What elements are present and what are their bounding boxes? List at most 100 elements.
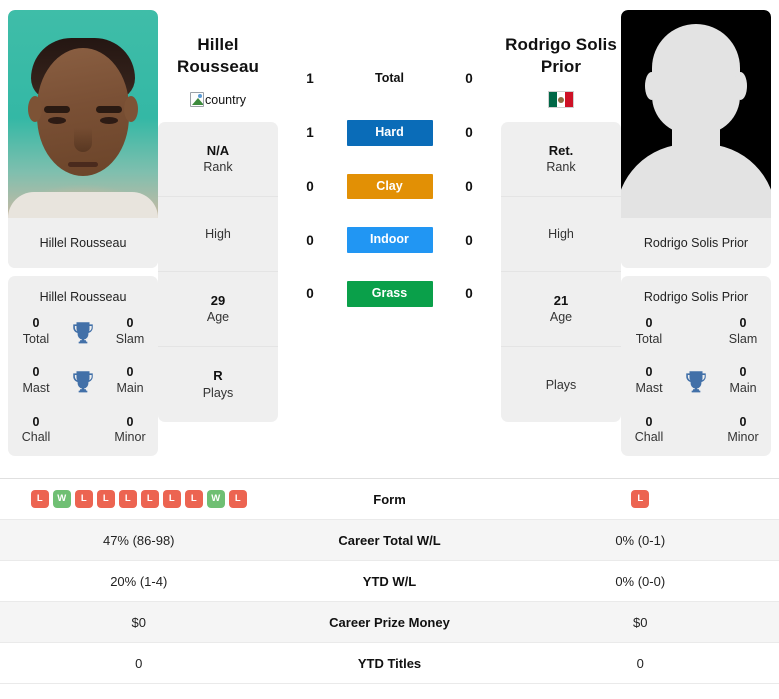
form-badge-l: L (74, 490, 93, 508)
name-line-2: Rousseau (176, 57, 260, 77)
right-score: 0 (465, 286, 473, 302)
left-info-high: High (158, 197, 278, 272)
left-value: $0 (131, 614, 146, 630)
right-value: 0 (636, 655, 644, 671)
left-player-photo-column: Hillel Rousseau Hillel Rousseau 0 Total … (8, 10, 158, 456)
right-player-info-card: Ret. Rank High 21 Age Plays (501, 122, 621, 422)
right-player-titles-card: Rodrigo Solis Prior 0 Total 0 Slam 0 Mas… (621, 276, 771, 456)
value: 0 (126, 414, 134, 429)
value: 29 (210, 292, 226, 308)
label: Age (206, 310, 230, 325)
row-label-career-total-wl: Career Total W/L (338, 532, 441, 548)
label: Plays (545, 377, 577, 392)
left-info-plays: R Plays (158, 347, 278, 422)
h2h-row-clay: 0 Clay 0 (278, 173, 501, 200)
broken-image-icon (190, 92, 204, 108)
photo-brow-right (96, 106, 122, 113)
right-value: 0% (0-1) (615, 532, 666, 548)
right-score: 0 (465, 232, 473, 248)
value: 0 (126, 316, 134, 330)
form-badge-l: L (30, 490, 49, 508)
form-badge-l: L (631, 490, 650, 508)
photo-shirt (8, 192, 158, 218)
right-player-flag-row (501, 90, 621, 110)
form-badge-l: L (184, 490, 203, 508)
row-label-ytd-wl: YTD W/L (362, 573, 417, 589)
label: Slam (728, 331, 758, 346)
table-row-form: LWLLLLLLWL Form L (0, 479, 779, 520)
right-player-info-column: Rodrigo Solis Prior Ret. Rank High 21 Ag… (501, 10, 621, 422)
value: 0 (645, 365, 653, 380)
label: Minor (727, 430, 759, 445)
left-value: 0 (135, 655, 143, 671)
left-score: 1 (306, 125, 314, 141)
right-score: 0 (465, 178, 473, 194)
left-value: 47% (86-98) (102, 532, 175, 548)
label: Chall (21, 430, 51, 445)
label: Mast (22, 380, 50, 395)
left-player-name[interactable]: Hillel Rousseau (158, 34, 278, 79)
left-player-photo-card[interactable]: Hillel Rousseau (8, 10, 158, 268)
surface-badge-clay: Clay (346, 173, 433, 200)
right-player-photo-card[interactable]: Rodrigo Solis Prior (621, 10, 771, 268)
table-row-career-prize-money: $0 Career Prize Money $0 (0, 602, 779, 643)
left-value: 20% (1-4) (110, 573, 168, 589)
label: Rank (203, 160, 233, 175)
comparison-stats-table: LWLLLLLLWL Form L 47% (86-98) Career Tot… (0, 478, 779, 684)
silhouette-ear-left (645, 72, 658, 100)
right-form-badges: L (508, 490, 774, 508)
right-info-age: 21 Age (501, 272, 621, 347)
label: Rank (546, 160, 576, 175)
right-score: 0 (465, 125, 473, 141)
right-player-photo-caption: Rodrigo Solis Prior (621, 218, 771, 268)
form-badge-l: L (96, 490, 115, 508)
trophy-icon-center (60, 368, 106, 394)
mexico-flag-icon (548, 91, 574, 109)
label: Main (729, 380, 757, 395)
right-player-name[interactable]: Rodrigo Solis Prior (501, 34, 621, 79)
left-titles-slam: 0 Slam (106, 316, 154, 347)
right-info-rank: Ret. Rank (501, 122, 621, 197)
value: 0 (739, 414, 747, 429)
left-titles-minor: 0 Minor (106, 415, 154, 446)
silhouette-body (621, 144, 771, 218)
right-value: $0 (633, 614, 648, 630)
surface-badge-grass: Grass (346, 281, 433, 307)
value: 0 (645, 414, 653, 429)
right-titles-chall: 0 Chall (625, 415, 673, 446)
left-titles-mast: 0 Mast (12, 365, 60, 396)
name-line-1: Rodrigo Solis (505, 35, 617, 54)
label: Main (116, 380, 144, 395)
value: 0 (739, 365, 747, 380)
left-score: 0 (306, 286, 314, 302)
right-info-high: High (501, 197, 621, 272)
left-score: 0 (306, 232, 314, 248)
right-player-photo-placeholder (621, 10, 771, 218)
label: Chall (634, 430, 664, 445)
trophy-icon (673, 368, 719, 394)
left-player-titles-card: Hillel Rousseau 0 Total 0 Slam 0 Mast 0 … (8, 276, 158, 456)
left-player-info-card: N/A Rank High 29 Age R Plays (158, 122, 278, 422)
left-form-badges: LWLLLLLLWL (6, 490, 272, 508)
right-info-plays: Plays (501, 347, 621, 422)
value: 0 (32, 414, 40, 429)
row-label-career-prize-money: Career Prize Money (329, 614, 450, 630)
photo-mouth (68, 162, 98, 167)
label: Mast (635, 380, 663, 395)
left-titles-main: 0 Main (106, 365, 154, 396)
form-badge-l: L (118, 490, 137, 508)
surface-badge-hard: Hard (346, 119, 433, 146)
left-titles-grid: 0 Total 0 Slam 0 Mast 0 Main 0 Chall 0 M… (8, 316, 158, 446)
value: 0 (739, 316, 747, 330)
h2h-row-grass: 0 Grass 0 (278, 281, 501, 307)
right-titles-slam: 0 Slam (719, 316, 767, 347)
form-badge-l: L (140, 490, 159, 508)
photo-brow-left (44, 106, 70, 113)
photo-ear-left (28, 96, 42, 122)
left-info-rank: N/A Rank (158, 122, 278, 197)
right-player-photo-column: Rodrigo Solis Prior Rodrigo Solis Prior … (621, 10, 771, 456)
left-titles-total: 0 Total (12, 316, 60, 347)
value: 0 (126, 365, 134, 380)
left-player-flag-row: country (158, 90, 278, 110)
name-line-2: Prior (540, 57, 582, 77)
